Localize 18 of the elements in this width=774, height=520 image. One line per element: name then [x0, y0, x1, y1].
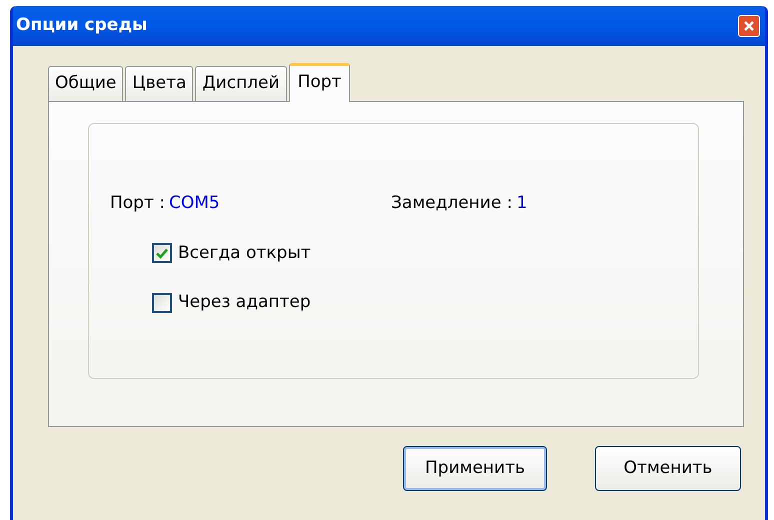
field-label: Порт : — [110, 192, 166, 215]
field-value: COM5 — [169, 192, 220, 215]
tab[interactable]: Цвета — [125, 66, 194, 101]
checkbox[interactable] — [152, 243, 172, 264]
field-value: 1 — [516, 192, 528, 215]
checkmark-icon — [156, 248, 168, 259]
tab[interactable]: Порт — [288, 63, 350, 102]
close-icon — [743, 20, 755, 32]
window-title: Опции среды — [16, 14, 148, 38]
tab[interactable]: Общие — [48, 66, 124, 101]
tab[interactable]: Дисплей — [195, 66, 287, 101]
close-button[interactable] — [738, 15, 760, 37]
checkbox-option[interactable]: Всегда открыт — [152, 240, 698, 266]
field-label: Замедление : — [391, 192, 512, 215]
dialog-button[interactable]: Отменить — [595, 446, 741, 491]
checkbox[interactable] — [152, 292, 172, 313]
checkbox-option[interactable]: Через адаптер — [152, 290, 698, 316]
dialog-button[interactable]: Применить — [403, 446, 547, 491]
